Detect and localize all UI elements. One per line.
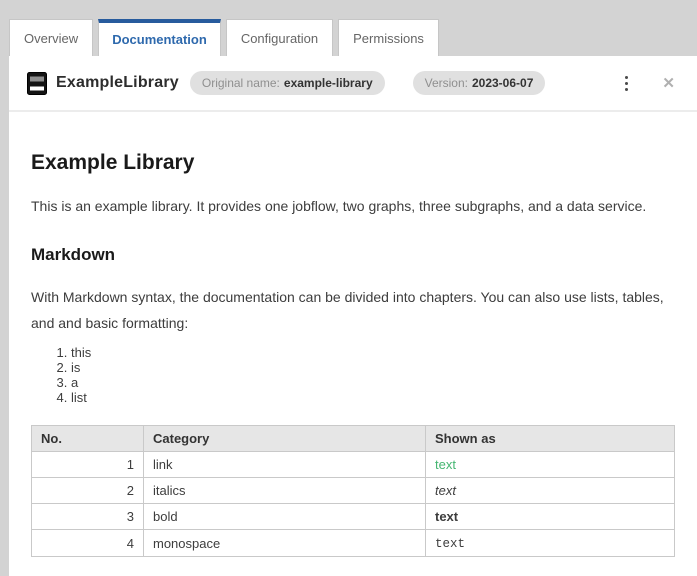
cell-no: 3 bbox=[31, 503, 144, 530]
list-item: list bbox=[71, 390, 674, 405]
header-actions: ✕ bbox=[619, 72, 679, 95]
table-row: 4 monospace text bbox=[31, 529, 675, 557]
cell-shown-as: text bbox=[425, 529, 675, 557]
library-detail-view: Overview Documentation Configuration Per… bbox=[9, 0, 697, 576]
version-value: 2023-06-07 bbox=[471, 76, 534, 90]
column-header-shown-as: Shown as bbox=[425, 425, 675, 452]
column-header-category: Category bbox=[143, 425, 426, 452]
library-header: ExampleLibrary Original name: example-li… bbox=[9, 56, 697, 112]
original-name-badge: Original name: example-library bbox=[189, 71, 385, 95]
close-icon[interactable]: ✕ bbox=[658, 74, 679, 93]
formatted-text: text bbox=[435, 537, 466, 551]
markdown-section-title: Markdown bbox=[31, 245, 116, 264]
formatted-text: text bbox=[435, 483, 456, 498]
cell-category: italics bbox=[143, 477, 426, 504]
doc-intro-paragraph: This is an example library. It provides … bbox=[31, 198, 647, 214]
version-badge: Version: 2023-06-07 bbox=[412, 71, 546, 95]
link-text[interactable]: text bbox=[435, 457, 456, 472]
cell-no: 1 bbox=[31, 451, 144, 478]
original-name-label: Original name: bbox=[201, 76, 280, 90]
table-row: 1 link text bbox=[31, 451, 675, 478]
markdown-section-paragraph: With Markdown syntax, the documentation … bbox=[31, 289, 664, 331]
library-title: ExampleLibrary bbox=[56, 74, 179, 91]
formatted-text: text bbox=[435, 509, 459, 524]
formatting-table: No. Category Shown as 1 link text 2 italics t… bbox=[31, 425, 675, 557]
header-badges: Original name: example-library Version: … bbox=[189, 71, 546, 95]
cell-no: 2 bbox=[31, 477, 144, 504]
column-header-no: No. bbox=[31, 425, 144, 452]
documentation-panel: ExampleLibrary Original name: example-li… bbox=[9, 56, 697, 576]
markdown-list: thisisalist bbox=[31, 345, 674, 405]
cell-category: link bbox=[143, 451, 426, 478]
doc-page-title: Example Library bbox=[31, 151, 195, 174]
tab-bar: Overview Documentation Configuration Per… bbox=[9, 0, 697, 56]
cell-category: bold bbox=[143, 503, 426, 530]
tab-permissions[interactable]: Permissions bbox=[338, 19, 439, 56]
cell-category: monospace bbox=[143, 529, 426, 557]
tab-configuration[interactable]: Configuration bbox=[225, 19, 334, 56]
cell-shown-as: text bbox=[425, 477, 675, 504]
tab-documentation[interactable]: Documentation bbox=[98, 19, 221, 56]
version-label: Version: bbox=[424, 76, 468, 90]
tab-overview[interactable]: Overview bbox=[9, 19, 94, 56]
original-name-value: example-library bbox=[283, 76, 373, 90]
table-header-row: No. Category Shown as bbox=[31, 425, 675, 452]
kebab-menu-icon[interactable] bbox=[619, 72, 634, 95]
documentation-content: Example Library This is an example libra… bbox=[9, 112, 697, 576]
cell-shown-as: text bbox=[425, 503, 675, 530]
cell-no: 4 bbox=[31, 529, 144, 557]
table-row: 3 bold text bbox=[31, 503, 675, 530]
table-row: 2 italics text bbox=[31, 477, 675, 504]
library-book-icon bbox=[27, 71, 47, 95]
list-item: a bbox=[71, 375, 674, 390]
list-item: this bbox=[71, 345, 674, 360]
list-item: is bbox=[71, 360, 674, 375]
cell-shown-as: text bbox=[425, 451, 675, 478]
